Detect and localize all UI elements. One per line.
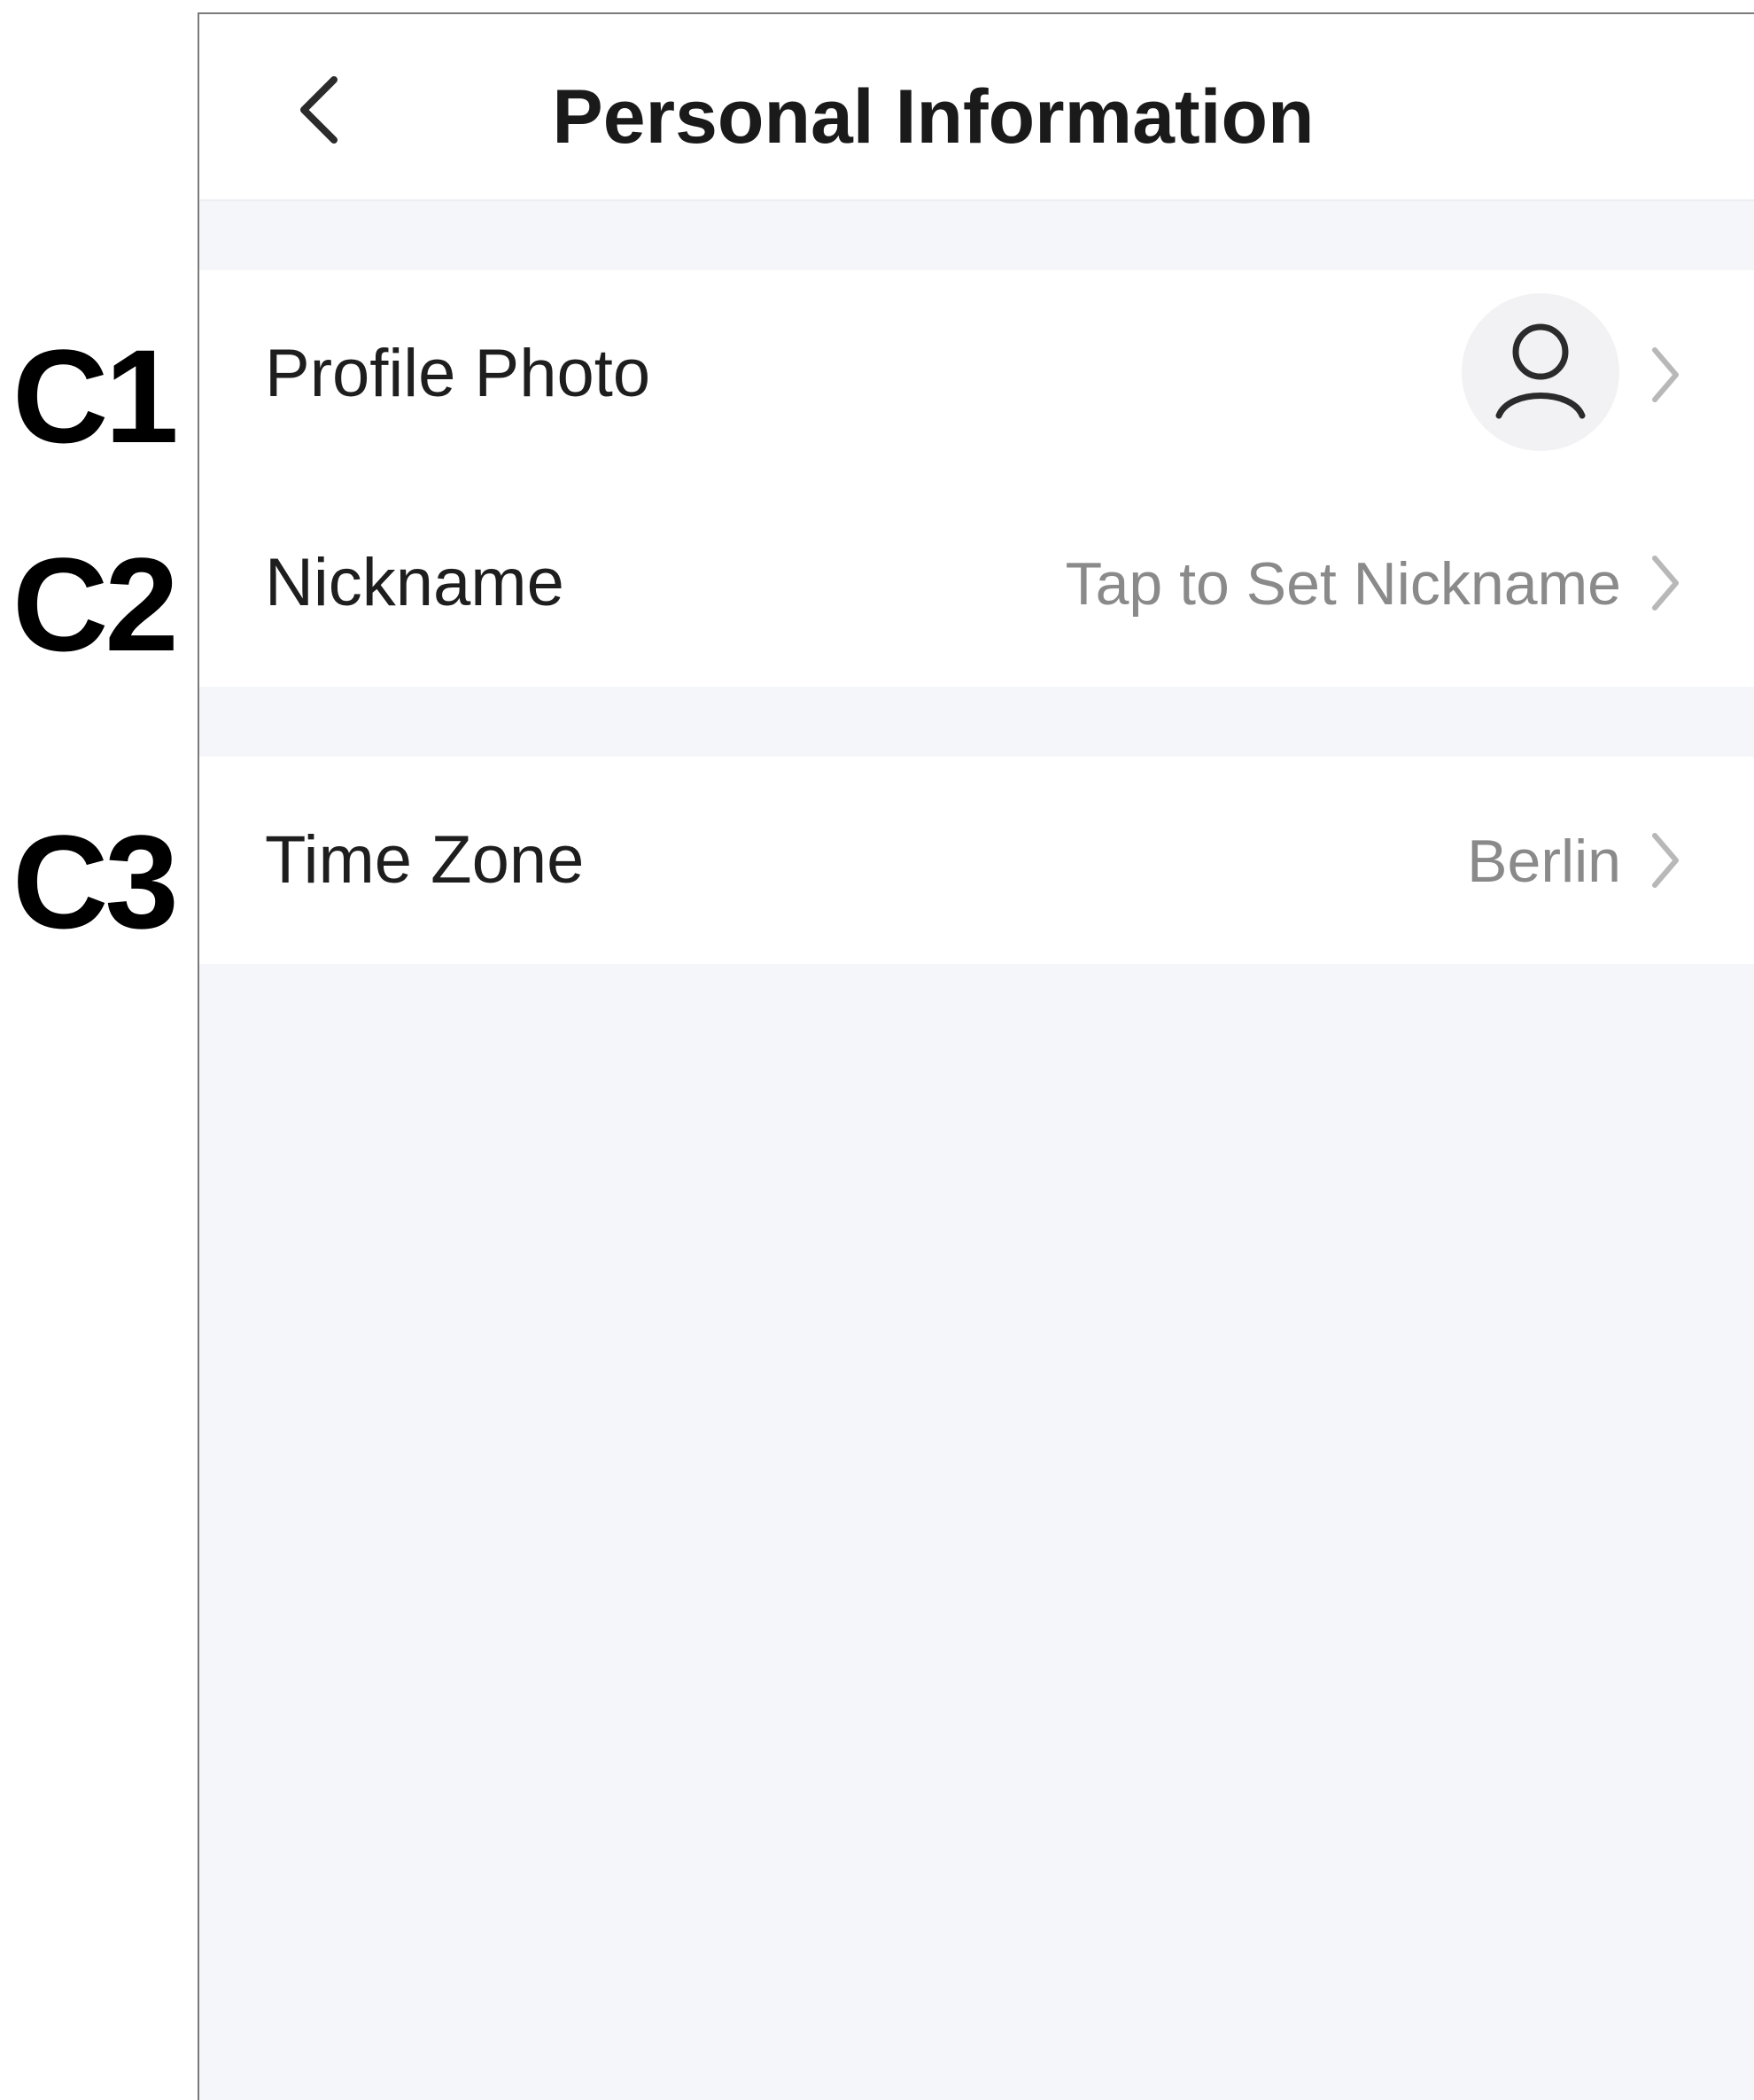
time-zone-row[interactable]: Time Zone Berlin [199, 757, 1754, 964]
profile-photo-row[interactable]: Profile Photo [199, 270, 1754, 479]
chevron-right-icon [1652, 833, 1679, 888]
page-title: Personal Information [552, 74, 1315, 159]
time-zone-label: Time Zone [265, 822, 585, 898]
phone-screen: Personal Information Profile Photo Nickn… [198, 12, 1754, 2100]
avatar[interactable] [1462, 293, 1619, 451]
profile-group: Profile Photo Nickname Tap to Set Nickna… [199, 270, 1754, 687]
nickname-value: Tap to Set Nickname [1065, 550, 1621, 618]
user-avatar-icon [1495, 323, 1586, 419]
settings-group: Time Zone Berlin [199, 757, 1754, 964]
callout-c3: C3 [12, 807, 179, 956]
profile-photo-label: Profile Photo [265, 336, 651, 411]
callout-c2: C2 [12, 530, 179, 679]
nickname-label: Nickname [265, 545, 564, 620]
callout-c1: C1 [12, 322, 179, 471]
time-zone-value: Berlin [1467, 828, 1621, 895]
chevron-right-icon [1652, 347, 1679, 402]
nickname-row[interactable]: Nickname Tap to Set Nickname [199, 479, 1754, 687]
nav-bar: Personal Information [199, 14, 1754, 201]
chevron-right-icon [1652, 556, 1679, 611]
